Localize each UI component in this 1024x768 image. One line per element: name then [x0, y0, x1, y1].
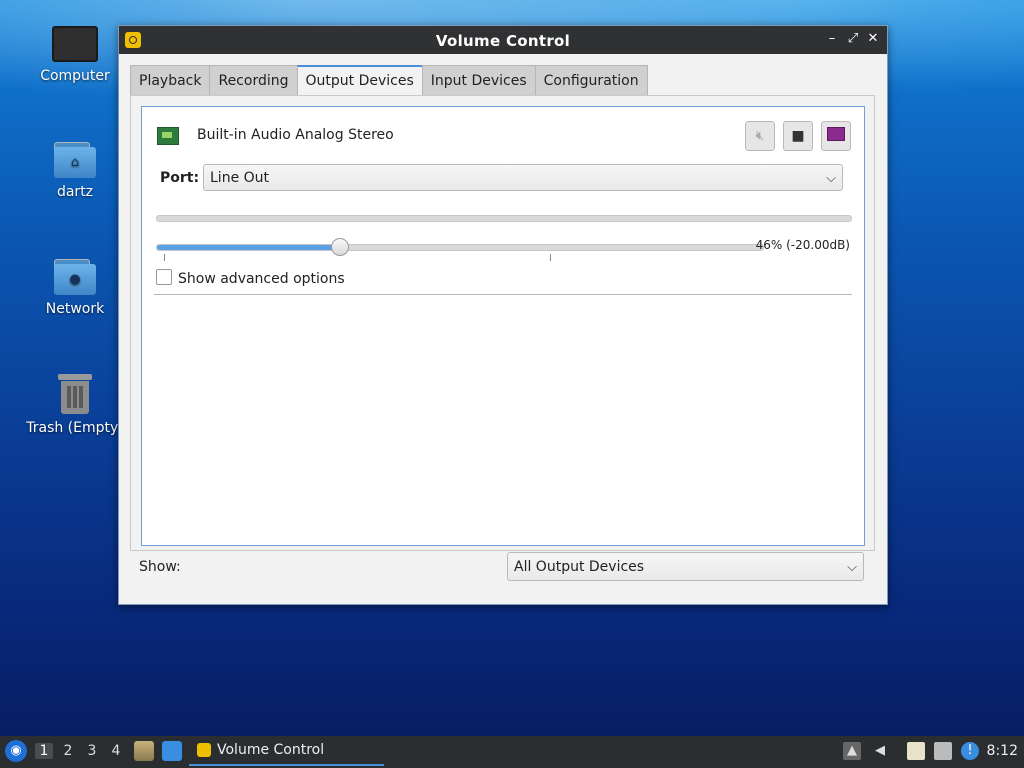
mute-button[interactable]: 🔇︎: [745, 121, 775, 151]
tab-configuration[interactable]: Configuration: [534, 65, 648, 95]
lock-channels-button[interactable]: ■: [783, 121, 813, 151]
taskbar-item-volume-control[interactable]: Volume Control: [189, 738, 384, 766]
show-advanced-options[interactable]: Show advanced options: [156, 269, 345, 287]
set-default-button[interactable]: [821, 121, 851, 151]
desktop-icon-label: dartz: [56, 184, 94, 200]
clipboard-icon[interactable]: [907, 742, 925, 760]
desktop-icon-network[interactable]: ● Network: [25, 259, 125, 317]
port-select-value: Line Out: [210, 170, 270, 186]
home-folder-icon: ⌂: [54, 142, 96, 178]
volume-icon[interactable]: ◀: [871, 742, 889, 760]
minimize-button[interactable]: –: [823, 30, 841, 48]
volume-slider-handle[interactable]: [331, 238, 349, 256]
show-desktop-icon[interactable]: [162, 741, 182, 761]
output-devices-panel: Built-in Audio Analog Stereo 🔇︎ ■ Port: …: [130, 95, 875, 551]
separator: [154, 294, 852, 295]
desktop-icon-home[interactable]: ⌂ dartz: [25, 142, 125, 200]
speaker-muted-icon: 🔇︎: [755, 128, 765, 144]
desktop-icon-label: Network: [45, 301, 105, 317]
volume-control-window: Volume Control – ⤢ ✕ Playback Recording …: [118, 25, 888, 605]
volume-tick-min: [164, 254, 165, 261]
close-button[interactable]: ✕: [864, 30, 882, 48]
window-title: Volume Control: [435, 32, 571, 50]
start-menu-button[interactable]: ◉: [5, 740, 27, 762]
port-label: Port:: [160, 170, 200, 186]
desktop-icon-trash[interactable]: Trash (Empty): [25, 374, 125, 436]
network-folder-icon: ●: [54, 259, 96, 295]
balance-slider[interactable]: [156, 215, 852, 222]
computer-icon: [52, 26, 98, 62]
show-filter-label: Show:: [139, 559, 181, 575]
desktop-icon-label: Computer: [40, 68, 110, 84]
volume-slider-fill: [157, 245, 339, 250]
port-select[interactable]: Line Out ⌵: [203, 164, 843, 191]
eject-icon[interactable]: ▲: [843, 742, 861, 760]
show-filter-value: All Output Devices: [514, 559, 645, 575]
workspace-2[interactable]: 2: [59, 743, 77, 759]
workspace-4[interactable]: 4: [107, 743, 125, 759]
update-notifier-icon[interactable]: !: [961, 742, 979, 760]
lock-icon: ■: [791, 128, 805, 144]
titlebar[interactable]: Volume Control – ⤢ ✕: [119, 26, 887, 54]
tab-input-devices[interactable]: Input Devices: [421, 65, 536, 95]
speaker-app-icon: [197, 743, 211, 757]
chevron-down-icon: ⌵: [826, 171, 836, 186]
file-manager-launcher-icon[interactable]: [134, 741, 154, 761]
advanced-options-label: Show advanced options: [178, 271, 345, 287]
default-device-icon: [827, 127, 845, 141]
desktop-icon-computer[interactable]: Computer: [25, 26, 125, 84]
show-filter-select[interactable]: All Output Devices ⌵: [507, 552, 864, 581]
tab-recording[interactable]: Recording: [209, 65, 298, 95]
lubuntu-logo-icon: ◉: [10, 743, 22, 758]
tab-output-devices[interactable]: Output Devices: [296, 65, 423, 97]
taskbar-item-label: Volume Control: [217, 742, 325, 758]
device-name: Built-in Audio Analog Stereo: [197, 127, 394, 143]
tab-bar: Playback Recording Output Devices Input …: [130, 65, 648, 97]
device-card: Built-in Audio Analog Stereo 🔇︎ ■ Port: …: [141, 106, 865, 546]
chevron-down-icon: ⌵: [847, 560, 857, 575]
advanced-options-checkbox[interactable]: [156, 269, 172, 285]
workspace-1[interactable]: 1: [35, 743, 53, 759]
trash-icon: [58, 374, 92, 414]
workspace-3[interactable]: 3: [83, 743, 101, 759]
desktop-icon-label: Trash (Empty): [26, 420, 124, 436]
sound-card-icon: [157, 127, 179, 145]
volume-slider[interactable]: [156, 238, 764, 256]
maximize-button[interactable]: ⤢: [844, 30, 862, 48]
taskbar: ◉ 1 2 3 4 Volume Control ▲ ◀ ! 8:12: [0, 736, 1024, 768]
clock[interactable]: 8:12: [987, 743, 1018, 759]
volume-level-text: 46% (-20.00dB): [755, 238, 850, 252]
network-icon[interactable]: [934, 742, 952, 760]
volume-tick-100: [550, 254, 551, 261]
tab-playback[interactable]: Playback: [130, 65, 211, 95]
